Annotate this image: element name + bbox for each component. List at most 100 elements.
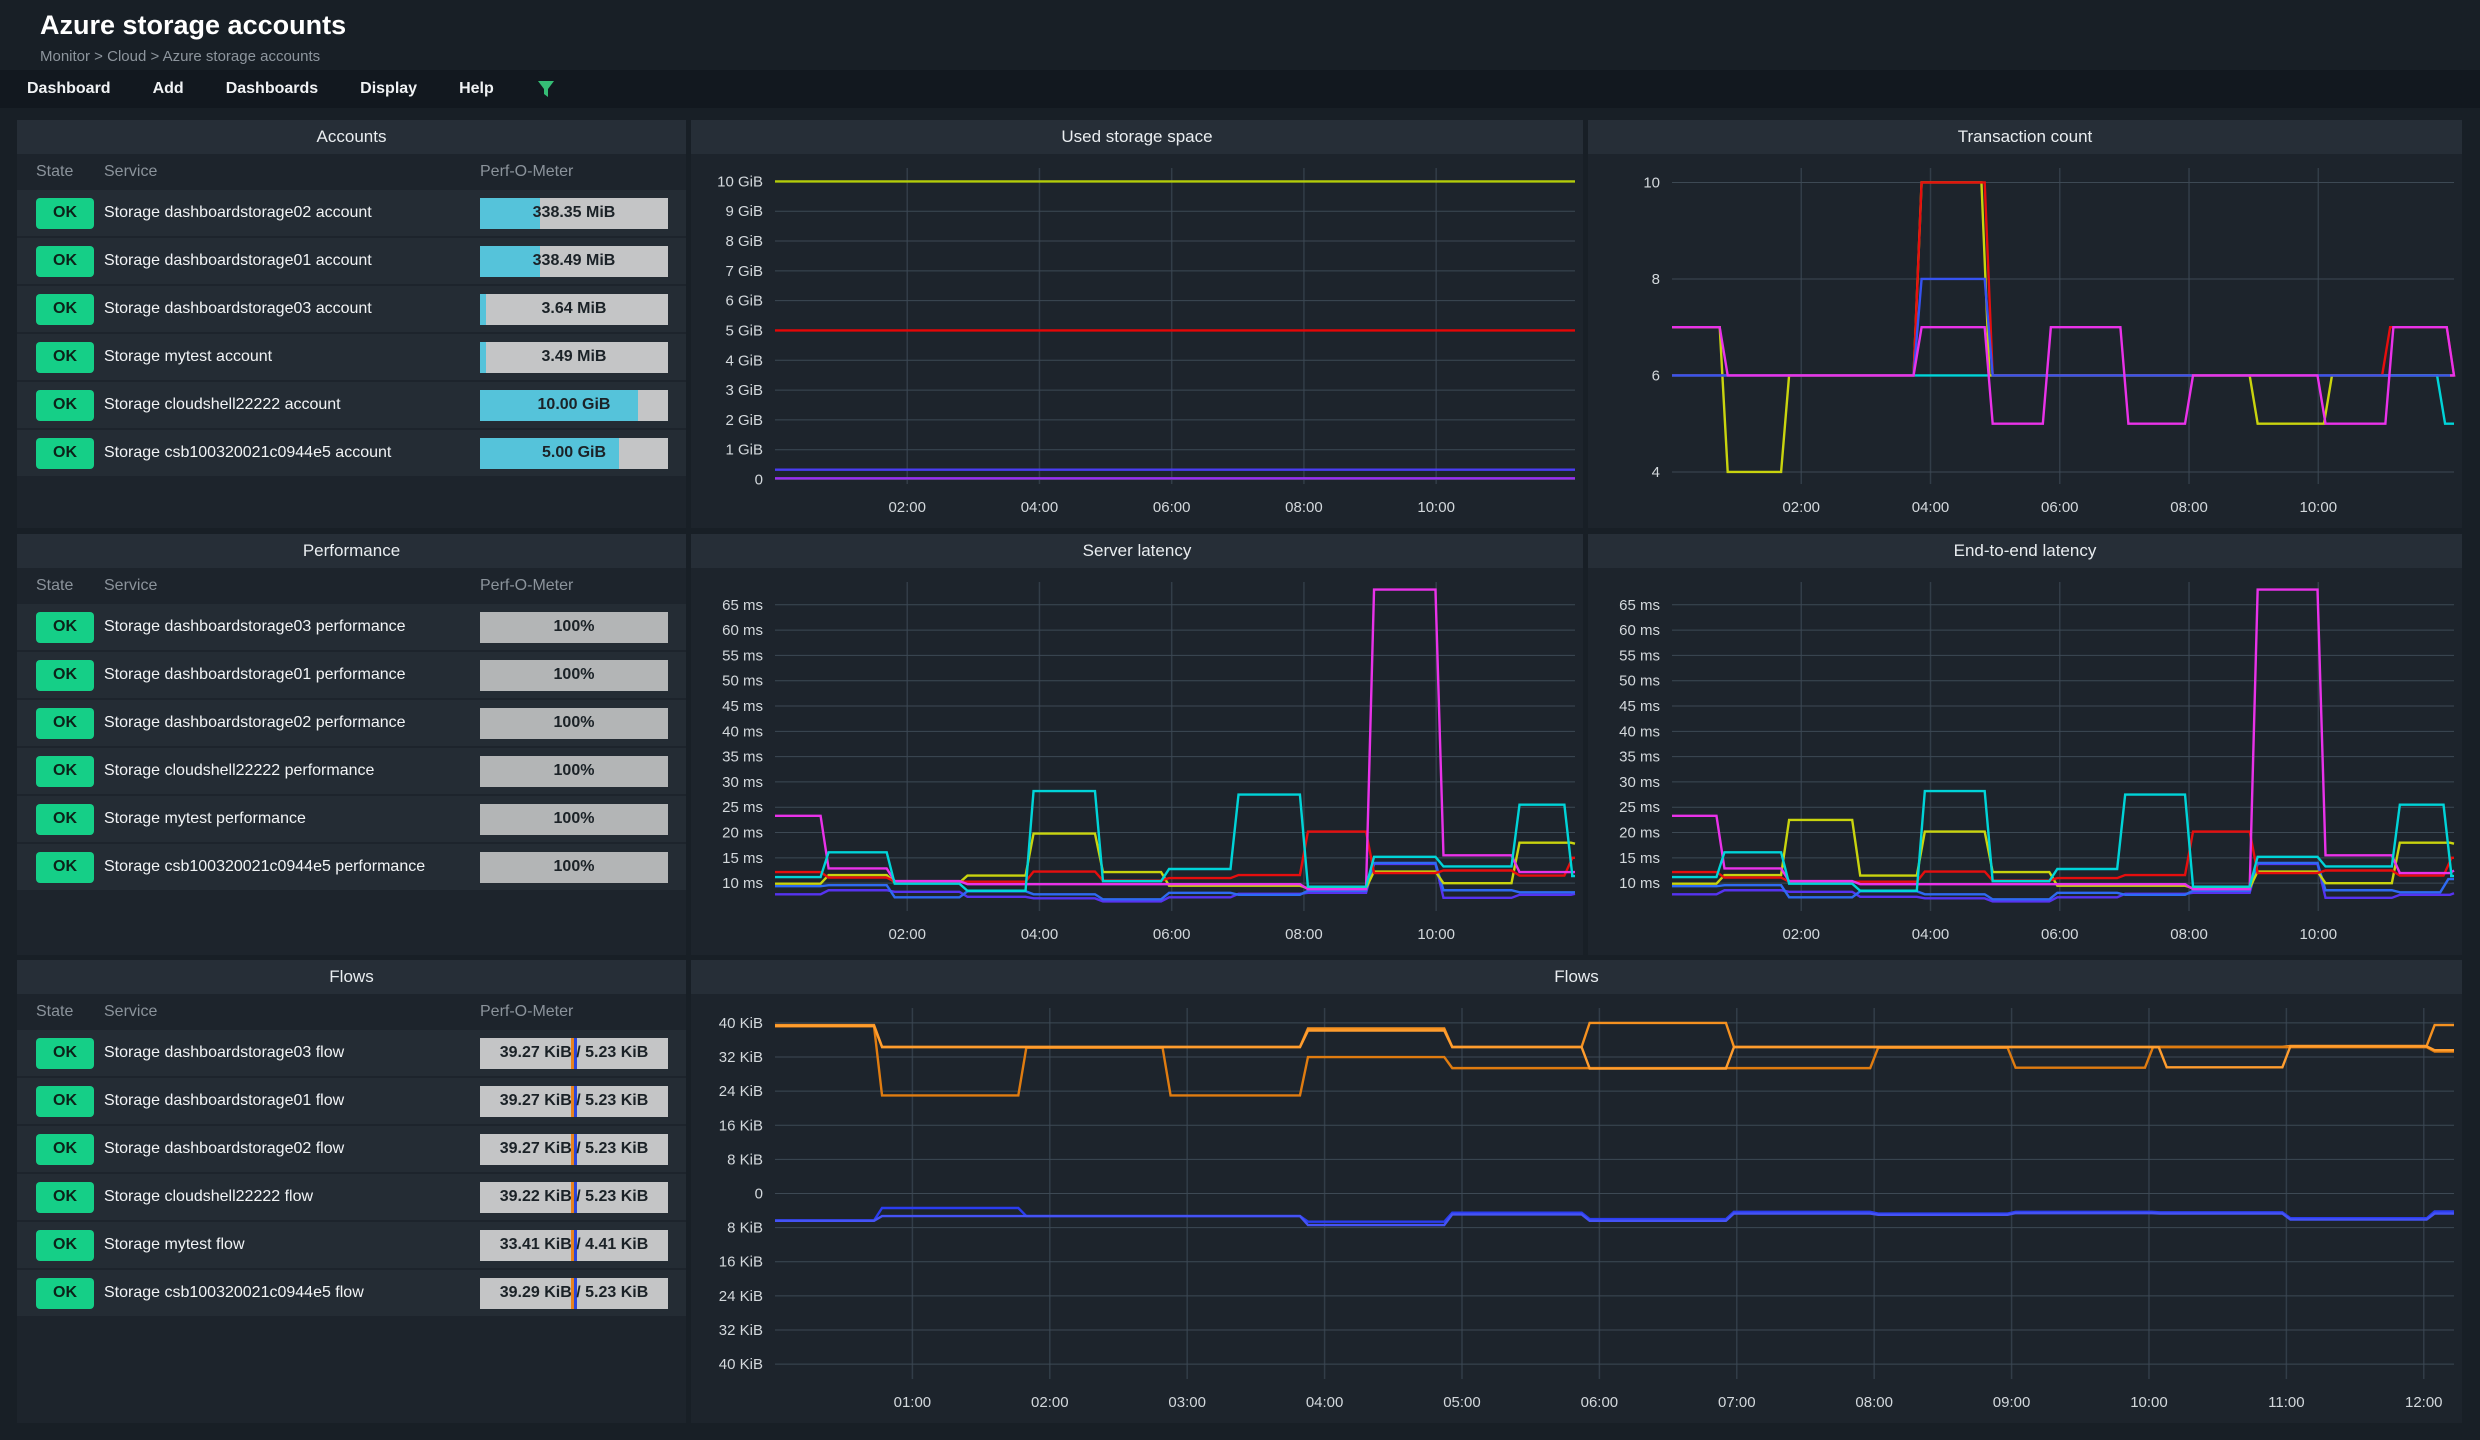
service-link[interactable]: Storage dashboardstorage01 performance — [104, 666, 480, 684]
perf-o-meter[interactable]: 39.27 KiB / 5.23 KiB — [480, 1085, 668, 1117]
perf-o-meter[interactable]: 5.00 GiB — [480, 437, 668, 469]
table-row[interactable]: OK Storage dashboardstorage01 account 338.… — [17, 238, 686, 284]
perf-o-meter[interactable]: 10.00 GiB — [480, 389, 668, 421]
service-link[interactable]: Storage cloudshell22222 performance — [104, 762, 480, 780]
service-link[interactable]: Storage dashboardstorage02 flow — [104, 1140, 480, 1158]
transaction-count-chart[interactable]: 02:00 04:00 06:00 08:00 10:00 4 6 8 10 — [1588, 154, 2462, 528]
table-row[interactable]: OK Storage mytest account 3.49 MiB — [17, 334, 686, 380]
x-tick-label: 11:00 — [2268, 1394, 2304, 1411]
used-storage-chart[interactable]: 02:00 04:00 06:00 08:00 10:00 0 1 GiB 2 GiB 3 Gi… — [691, 154, 1583, 528]
table-row[interactable]: OK Storage dashboardstorage01 flow 39.27 K… — [17, 1078, 686, 1124]
menu-item-dashboards[interactable]: Dashboards — [226, 80, 318, 98]
service-link[interactable]: Storage dashboardstorage03 account — [104, 300, 480, 318]
table-row[interactable]: OK Storage cloudshell22222 performance 100… — [17, 748, 686, 794]
service-link[interactable]: Storage mytest performance — [104, 810, 480, 828]
perf-o-meter-label: 338.35 MiB — [532, 204, 616, 221]
x-tick-label: 02:00 — [1782, 499, 1820, 516]
menu-item-add[interactable]: Add — [153, 80, 184, 98]
x-tick-label: 06:00 — [2041, 926, 2079, 943]
flows-chart[interactable]: 01:00 02:00 03:00 04:00 05:00 06:00 07:00 08:00… — [691, 994, 2462, 1423]
state-badge: OK — [36, 1085, 94, 1117]
perf-o-meter[interactable]: 100% — [480, 659, 668, 691]
perf-o-meter[interactable]: 39.27 KiB / 5.23 KiB — [480, 1037, 668, 1069]
service-link[interactable]: Storage dashboardstorage03 flow — [104, 1044, 480, 1062]
server-latency-chart[interactable]: 02:00 04:00 06:00 08:00 10:00 10 ms 15 ms 20 ms… — [691, 568, 1583, 955]
table-row[interactable]: OK Storage mytest flow 33.41 KiB / 4.41 Ki… — [17, 1222, 686, 1268]
table-row[interactable]: OK Storage dashboardstorage03 performance… — [17, 604, 686, 650]
perf-o-meter[interactable]: 100% — [480, 755, 668, 787]
table-row[interactable]: OK Storage dashboardstorage02 flow 39.27 K… — [17, 1126, 686, 1172]
page-title: Azure storage accounts — [40, 10, 347, 40]
perf-o-meter[interactable]: 338.35 MiB — [480, 197, 668, 229]
y-tick-label: 1 GiB — [725, 442, 763, 459]
y-tick-label: 8 GiB — [725, 233, 763, 250]
y-tick-label: 15 ms — [722, 850, 763, 867]
y-tick-label: 5 GiB — [725, 322, 763, 339]
service-link[interactable]: Storage csb100320021c0944e5 flow — [104, 1284, 480, 1302]
menu-item-help[interactable]: Help — [459, 80, 494, 98]
table-row[interactable]: OK Storage dashboardstorage03 flow 39.27 K… — [17, 1030, 686, 1076]
y-tick-label: 20 ms — [1619, 825, 1660, 842]
service-link[interactable]: Storage csb100320021c0944e5 performance — [104, 858, 480, 876]
table-row[interactable]: OK Storage mytest performance 100% — [17, 796, 686, 842]
service-link[interactable]: Storage mytest flow — [104, 1236, 480, 1254]
service-link[interactable]: Storage dashboardstorage01 account — [104, 252, 480, 270]
flows-chart-title: Flows — [691, 960, 2462, 994]
filter-funnel-icon[interactable] — [536, 79, 556, 99]
table-row[interactable]: OK Storage cloudshell22222 flow 39.22 KiB … — [17, 1174, 686, 1220]
y-tick-label: 40 KiB — [719, 1356, 763, 1373]
y-tick-label: 6 GiB — [725, 293, 763, 310]
service-link[interactable]: Storage dashboardstorage01 flow — [104, 1092, 480, 1110]
y-tick-label: 20 ms — [722, 825, 763, 842]
end-to-end-latency-chart[interactable]: 02:00 04:00 06:00 08:00 10:00 10 ms 15 ms 20 ms… — [1588, 568, 2462, 955]
menu-item-dashboard[interactable]: Dashboard — [27, 80, 111, 98]
breadcrumb: Monitor > Cloud > Azure storage accounts — [40, 48, 321, 65]
perf-o-meter[interactable]: 3.64 MiB — [480, 293, 668, 325]
perf-o-meter[interactable]: 100% — [480, 611, 668, 643]
table-row[interactable]: OK Storage cloudshell22222 account 10.00 G… — [17, 382, 686, 428]
x-tick-label: 01:00 — [894, 1394, 932, 1411]
table-row[interactable]: OK Storage dashboardstorage02 performance… — [17, 700, 686, 746]
perf-o-meter[interactable]: 3.49 MiB — [480, 341, 668, 373]
service-link[interactable]: Storage dashboardstorage03 performance — [104, 618, 480, 636]
y-tick-label: 7 GiB — [725, 263, 763, 280]
perf-o-meter-label: 3.64 MiB — [541, 300, 607, 317]
perf-o-meter[interactable]: 100% — [480, 851, 668, 883]
perf-o-meter[interactable]: 100% — [480, 707, 668, 739]
menu-item-display[interactable]: Display — [360, 80, 417, 98]
y-tick-label: 55 ms — [722, 647, 763, 664]
x-tick-label: 02:00 — [1031, 1394, 1069, 1411]
service-link[interactable]: Storage csb100320021c0944e5 account — [104, 444, 480, 462]
service-link[interactable]: Storage cloudshell22222 flow — [104, 1188, 480, 1206]
service-link[interactable]: Storage cloudshell22222 account — [104, 396, 480, 414]
service-link[interactable]: Storage dashboardstorage02 account — [104, 204, 480, 222]
y-tick-label: 50 ms — [722, 673, 763, 690]
perf-o-meter[interactable]: 39.22 KiB / 5.23 KiB — [480, 1181, 668, 1213]
service-link[interactable]: Storage mytest account — [104, 348, 480, 366]
table-row[interactable]: OK Storage dashboardstorage02 account 338.… — [17, 190, 686, 236]
y-tick-label: 16 KiB — [719, 1117, 763, 1134]
table-row[interactable]: OK Storage csb100320021c0944e5 flow 39.29 … — [17, 1270, 686, 1316]
table-row[interactable]: OK Storage csb100320021c0944e5 performanc… — [17, 844, 686, 890]
table-row[interactable]: OK Storage csb100320021c0944e5 account 5.0… — [17, 430, 686, 476]
perf-o-meter[interactable]: 39.27 KiB / 5.23 KiB — [480, 1133, 668, 1165]
perf-o-meter-label: 33.41 KiB / 4.41 KiB — [499, 1236, 649, 1253]
x-tick-label: 04:00 — [1306, 1394, 1344, 1411]
y-tick-label: 30 ms — [722, 774, 763, 791]
perf-o-meter[interactable]: 338.49 MiB — [480, 245, 668, 277]
perf-o-meter[interactable]: 33.41 KiB / 4.41 KiB — [480, 1229, 668, 1261]
perf-o-meter[interactable]: 100% — [480, 803, 668, 835]
y-tick-label: 60 ms — [722, 622, 763, 639]
x-tick-label: 08:00 — [1285, 499, 1323, 516]
perf-o-meter[interactable]: 39.29 KiB / 5.23 KiB — [480, 1277, 668, 1309]
table-row[interactable]: OK Storage dashboardstorage03 account 3.64… — [17, 286, 686, 332]
y-tick-label: 15 ms — [1619, 850, 1660, 867]
y-tick-label: 50 ms — [1619, 673, 1660, 690]
table-row[interactable]: OK Storage dashboardstorage01 performance… — [17, 652, 686, 698]
y-tick-label: 9 GiB — [725, 203, 763, 220]
panel-flows-chart: Flows 01:00 02:00 03:00 04:00 05:00 06:00 07:0… — [691, 960, 2462, 1423]
used-storage-chart-title: Used storage space — [691, 120, 1583, 154]
y-tick-label: 2 GiB — [725, 412, 763, 429]
perf-o-meter-label: 10.00 GiB — [537, 396, 611, 413]
service-link[interactable]: Storage dashboardstorage02 performance — [104, 714, 480, 732]
